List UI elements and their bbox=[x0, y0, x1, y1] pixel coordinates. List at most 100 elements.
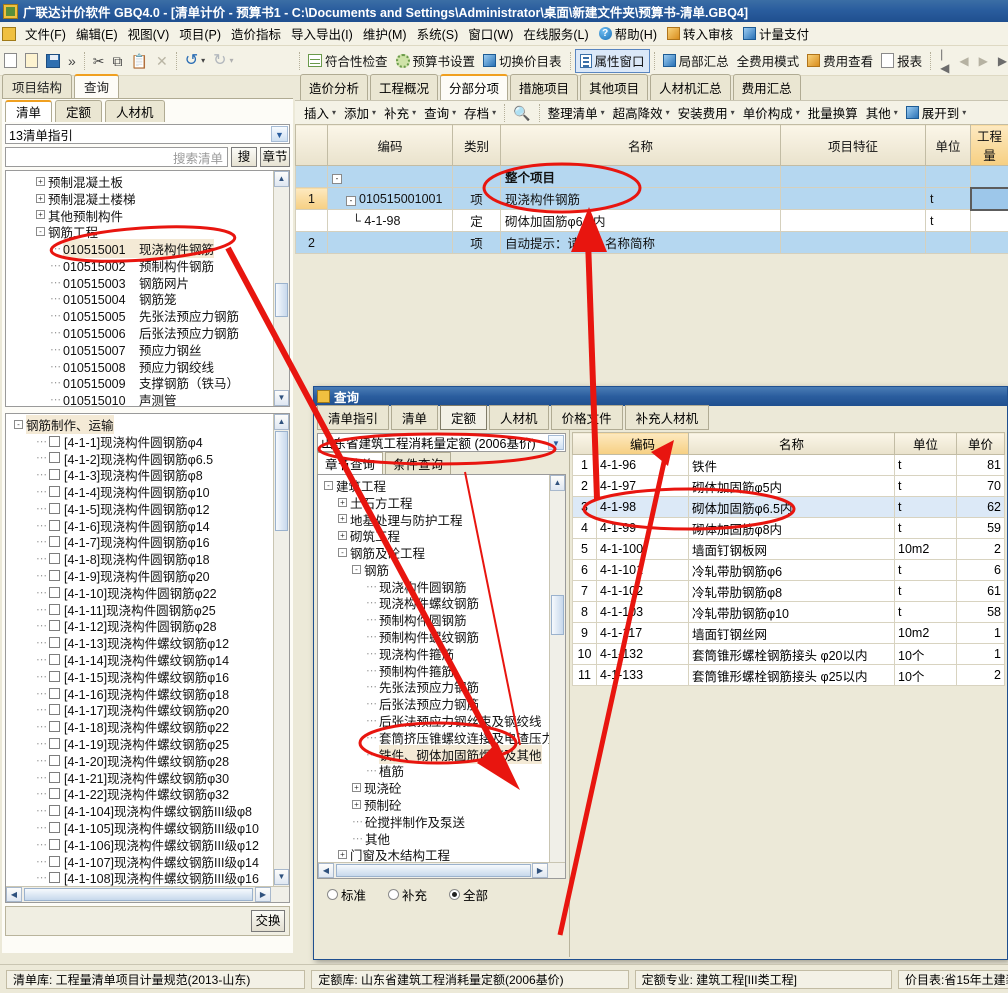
cell-name[interactable]: 砌体加固筋φ8内 bbox=[689, 518, 895, 539]
qingdan-tree-node[interactable]: ⋯010515001现浇构件钢筋 bbox=[8, 240, 289, 257]
scroll-thumb[interactable] bbox=[275, 431, 288, 531]
table-row[interactable]: -整个项目 bbox=[296, 166, 1008, 188]
tree-node-checkbox[interactable] bbox=[49, 587, 60, 598]
tree-node-checkbox[interactable] bbox=[49, 452, 60, 463]
dinge-chapter-vscrollbar[interactable]: ▲ ▼ bbox=[549, 475, 565, 878]
tree-node-checkbox[interactable] bbox=[49, 436, 60, 447]
cell-type[interactable] bbox=[453, 166, 501, 188]
menu-item-help[interactable]: ?帮助(H) bbox=[594, 22, 662, 45]
cell-quantity[interactable] bbox=[971, 232, 1008, 254]
dinge-tree-node[interactable]: ⋯[4-1-22]现浇构件螺纹钢筋φ32 bbox=[8, 786, 289, 803]
scroll-right-arrow[interactable]: ▶ bbox=[532, 863, 548, 878]
cell-code[interactable]: └ 4-1-98 bbox=[328, 210, 453, 232]
scroll-down-arrow[interactable]: ▼ bbox=[274, 390, 289, 406]
tab-造价分析[interactable]: 造价分析 bbox=[300, 74, 368, 100]
save-button[interactable] bbox=[42, 49, 64, 73]
cell-unit[interactable]: 10m2 bbox=[895, 539, 957, 560]
table-row[interactable]: 2项自动提示：请输入名称简称 bbox=[296, 232, 1008, 254]
cell-unit[interactable]: t bbox=[895, 455, 957, 476]
table-row[interactable]: 34-1-98砌体加固筋φ6.5内t62 bbox=[573, 497, 1005, 518]
dinge-header-name[interactable]: 名称 bbox=[689, 433, 895, 455]
dialog-tree-node[interactable]: ⋯植筋 bbox=[320, 763, 565, 780]
cell-name[interactable]: 砌体加固筋φ6.5内 bbox=[501, 210, 781, 232]
grid-header-feature[interactable]: 项目特征 bbox=[781, 125, 926, 166]
subtab-chapter-query[interactable]: 章节查询 bbox=[317, 452, 383, 474]
grid-toolbar-展开到[interactable]: 展开到▾ bbox=[902, 102, 971, 123]
dialog-tree-node[interactable]: -建筑工程 bbox=[320, 477, 565, 494]
convert-button[interactable]: 交换 bbox=[251, 910, 285, 932]
dialog-tree-node[interactable]: ⋯预制构件螺纹钢筋 bbox=[320, 628, 565, 645]
tree-node-checkbox[interactable] bbox=[49, 839, 60, 850]
tree-node-checkbox[interactable] bbox=[49, 704, 60, 715]
qingdan-tree-node[interactable]: ⋯010515003钢筋网片 bbox=[8, 274, 289, 291]
qingdan-tree-node[interactable]: ⋯010515009支撑钢筋（铁马） bbox=[8, 375, 289, 392]
nav-prev-button[interactable]: ◀ bbox=[954, 54, 973, 68]
tree-toggle-icon[interactable]: + bbox=[338, 498, 347, 507]
tree-node-checkbox[interactable] bbox=[49, 671, 60, 682]
tree-toggle-icon[interactable]: - bbox=[324, 481, 333, 490]
cell-price[interactable]: 1 bbox=[957, 623, 1005, 644]
tab-费用汇总[interactable]: 费用汇总 bbox=[733, 74, 801, 100]
dinge-tree-node[interactable]: ⋯[4-1-7]现浇构件圆钢筋φ16 bbox=[8, 534, 289, 551]
dinge-tree-node[interactable]: ⋯[4-1-5]现浇构件圆钢筋φ12 bbox=[8, 500, 289, 517]
row-toggle-icon[interactable]: - bbox=[346, 196, 356, 206]
scroll-left-arrow[interactable]: ◀ bbox=[6, 887, 22, 902]
scroll-up-arrow[interactable]: ▲ bbox=[274, 171, 289, 187]
tree-node-checkbox[interactable] bbox=[49, 688, 60, 699]
cell-price[interactable]: 2 bbox=[957, 665, 1005, 686]
cell-price[interactable]: 61 bbox=[957, 581, 1005, 602]
cell-code[interactable]: 4-1-97 bbox=[597, 476, 689, 497]
dialog-tree-node[interactable]: -钢筋 bbox=[320, 561, 565, 578]
subtab-qingdan[interactable]: 清单 bbox=[5, 100, 52, 122]
tree-node-checkbox[interactable] bbox=[49, 469, 60, 480]
dialog-tree-node[interactable]: +地基处理与防护工程 bbox=[320, 511, 565, 528]
cell-code[interactable]: 4-1-99 bbox=[597, 518, 689, 539]
table-row[interactable]: 84-1-103冷轧带肋钢筋φ10t58 bbox=[573, 602, 1005, 623]
dinge-tree-node[interactable]: ⋯[4-1-106]现浇构件螺纹钢筋III级φ12 bbox=[8, 836, 289, 853]
grid-header-unit[interactable]: 单位 bbox=[926, 125, 971, 166]
dinge-chapter-tree[interactable]: -建筑工程+土石方工程+地基处理与防护工程+砌筑工程-钢筋及砼工程-钢筋⋯现浇构… bbox=[317, 474, 566, 879]
dialog-tree-node[interactable]: ⋯现浇构件圆钢筋 bbox=[320, 578, 565, 595]
dialog-tab-补充人材机[interactable]: 补充人材机 bbox=[625, 405, 710, 430]
tree-toggle-icon[interactable]: - bbox=[338, 548, 347, 557]
dialog-tree-node[interactable]: ⋯现浇构件箍筋 bbox=[320, 645, 565, 662]
guide-combo[interactable]: 13清单指引 ▼ bbox=[5, 124, 290, 144]
cell-code[interactable]: 4-1-132 bbox=[597, 644, 689, 665]
qingdan-tree-node[interactable]: ⋯010515004钢筋笼 bbox=[8, 291, 289, 308]
tab-分部分项[interactable]: 分部分项 bbox=[440, 74, 508, 100]
cell-code[interactable]: 4-1-96 bbox=[597, 455, 689, 476]
nav-first-button[interactable]: |◀ bbox=[935, 47, 954, 75]
cell-feature[interactable] bbox=[781, 232, 926, 254]
dinge-tree-node[interactable]: ⋯[4-1-19]现浇构件螺纹钢筋φ25 bbox=[8, 735, 289, 752]
tab-人材机汇总[interactable]: 人材机汇总 bbox=[650, 74, 731, 100]
tree-node-checkbox[interactable] bbox=[49, 822, 60, 833]
cell-quantity[interactable] bbox=[971, 166, 1008, 188]
qingdan-tree-node[interactable]: ⋯010515010声测管 bbox=[8, 391, 289, 407]
tree-node-checkbox[interactable] bbox=[49, 721, 60, 732]
grid-header-quantity[interactable]: 工程量 bbox=[971, 125, 1008, 166]
menu-item-cost-index[interactable]: 造价指标 bbox=[226, 22, 286, 45]
grid-toolbar-整理清单[interactable]: 整理清单▾ bbox=[544, 102, 609, 123]
qingdan-tree-node[interactable]: +其他预制构件 bbox=[8, 207, 289, 224]
scroll-thumb[interactable] bbox=[275, 283, 288, 317]
dinge-header-code[interactable]: 编码 bbox=[597, 433, 689, 455]
menu-item-system[interactable]: 系统(S) bbox=[412, 22, 464, 45]
tree-node-checkbox[interactable] bbox=[49, 604, 60, 615]
dialog-tree-node[interactable]: +预制砼 bbox=[320, 796, 565, 813]
dialog-tab-清单[interactable]: 清单 bbox=[391, 405, 438, 430]
cell-code[interactable] bbox=[328, 232, 453, 254]
undo-button[interactable]: ↺▾ bbox=[181, 49, 209, 73]
tree-toggle-icon[interactable]: - bbox=[36, 227, 45, 236]
cell-feature[interactable] bbox=[781, 210, 926, 232]
dinge-tree-node[interactable]: ⋯[4-1-4]现浇构件圆钢筋φ10 bbox=[8, 483, 289, 500]
cell-name[interactable]: 整个项目 bbox=[501, 166, 781, 188]
tree-node-checkbox[interactable] bbox=[49, 620, 60, 631]
table-row[interactable]: 44-1-99砌体加固筋φ8内t59 bbox=[573, 518, 1005, 539]
dinge-tree-node[interactable]: ⋯[4-1-6]现浇构件圆钢筋φ14 bbox=[8, 517, 289, 534]
new-button[interactable] bbox=[0, 49, 21, 73]
subtab-rencaiji[interactable]: 人材机 bbox=[105, 100, 165, 122]
scroll-thumb-h[interactable] bbox=[24, 888, 253, 901]
dialog-tab-定额[interactable]: 定额 bbox=[440, 405, 487, 430]
dinge-header-price[interactable]: 单价 bbox=[957, 433, 1005, 455]
cell-unit[interactable]: 10个 bbox=[895, 644, 957, 665]
